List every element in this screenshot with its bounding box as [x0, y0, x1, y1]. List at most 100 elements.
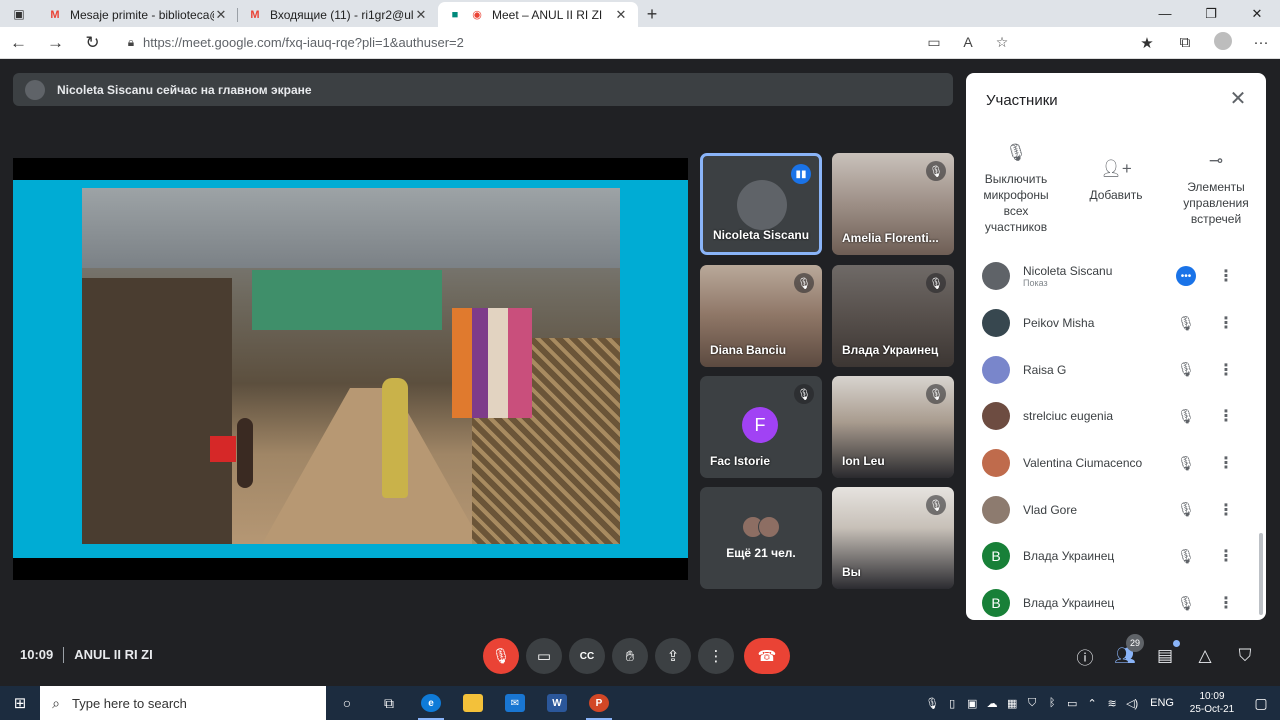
mic-tray-icon[interactable]: 🎙︎	[922, 697, 942, 710]
taskbar-clock[interactable]: 10:09 25-Oct-21	[1182, 690, 1242, 716]
profile-icon[interactable]	[1204, 31, 1242, 54]
forward-icon[interactable]: →	[37, 27, 74, 59]
captions-button[interactable]: CC	[569, 638, 605, 674]
show-hidden-icon[interactable]: ⌃	[1082, 697, 1102, 710]
mic-off-icon[interactable]: 🎙︎	[1176, 595, 1196, 612]
bluetooth-icon[interactable]: ᛒ	[1042, 697, 1062, 709]
list-item[interactable]: Nicoleta Siscanu Показ ••• ⋮	[966, 253, 1266, 300]
close-icon[interactable]: ✕	[1226, 87, 1250, 111]
meeting-details-button[interactable]: ⓘ	[1072, 643, 1098, 669]
powerpoint-taskbar-icon[interactable]: P	[578, 686, 620, 720]
mic-off-icon[interactable]: 🎙︎	[1176, 455, 1196, 472]
more-options-icon[interactable]: ⋮	[1218, 266, 1234, 286]
windows-taskbar: ⊞ ⌕ Type here to search ○ ⧉ e ✉ W P 🎙︎ ▯…	[0, 686, 1280, 720]
lock-icon[interactable]: 🔒︎	[119, 35, 143, 50]
edge-taskbar-icon[interactable]: e	[410, 686, 452, 720]
more-options-icon[interactable]: ⋮	[1218, 453, 1234, 473]
maximize-icon[interactable]: ❐	[1188, 0, 1234, 27]
browser-tab-gmail-2[interactable]: M Входящие (11) - ri1gr2@ulim.md ✕	[238, 2, 438, 27]
list-item[interactable]: B Влада Украинец 🎙︎ ⋮	[966, 533, 1266, 580]
host-controls-button[interactable]: ⊸ Элементы управления встречей	[1166, 137, 1266, 247]
list-item[interactable]: Vlad Gore 🎙︎ ⋮	[966, 486, 1266, 533]
word-taskbar-icon[interactable]: W	[536, 686, 578, 720]
list-item[interactable]: Peikov Misha 🎙︎ ⋮	[966, 300, 1266, 347]
more-options-icon[interactable]: ⋮	[1218, 593, 1234, 613]
notifications-icon[interactable]: ▢	[1242, 695, 1280, 712]
more-options-icon[interactable]: ⋮	[1218, 500, 1234, 520]
cloud-icon[interactable]: ☁︎	[982, 697, 1002, 710]
collections-icon[interactable]: ⧉	[1166, 34, 1204, 51]
mic-off-icon[interactable]: 🎙︎	[1176, 548, 1196, 565]
camera-icon[interactable]: ▭	[917, 34, 951, 51]
mic-off-icon: 🎙︎	[926, 161, 946, 181]
url-text[interactable]: https://meet.google.com/fxq-iauq-rqe?pli…	[143, 35, 917, 50]
camera-toggle-button[interactable]: ▭	[526, 638, 562, 674]
participant-tile[interactable]: ▮▮ Nicoleta Siscanu	[700, 153, 822, 255]
raise-hand-button[interactable]: ✋︎	[612, 638, 648, 674]
favorites-icon[interactable]: ★	[1128, 34, 1166, 52]
mic-off-icon[interactable]: 🎙︎	[1176, 408, 1196, 425]
address-bar[interactable]: 🔒︎ https://meet.google.com/fxq-iauq-rqe?…	[119, 29, 1019, 56]
minimize-icon[interactable]: —	[1142, 0, 1188, 27]
task-view-icon[interactable]: ⧉	[368, 686, 410, 720]
participants-button[interactable]: 👥︎ 29	[1112, 634, 1144, 669]
file-explorer-taskbar-icon[interactable]	[452, 686, 494, 720]
battery-icon[interactable]: ▭	[1062, 697, 1082, 710]
self-tile[interactable]: 🎙︎ Вы	[832, 487, 954, 589]
new-tab-button[interactable]: +	[638, 2, 666, 27]
close-tab-icon[interactable]: ✕	[214, 7, 228, 23]
more-menu-icon[interactable]: ···	[1242, 34, 1280, 51]
read-aloud-icon[interactable]: A	[951, 34, 985, 51]
windows-start-icon[interactable]: ⊞	[0, 686, 40, 720]
end-call-button[interactable]: ☎︎	[744, 638, 790, 674]
mic-off-icon[interactable]: 🎙︎	[1176, 501, 1196, 518]
scrollbar[interactable]	[1259, 533, 1263, 615]
present-button[interactable]: ⇪	[655, 638, 691, 674]
host-controls-toggle[interactable]: ⛉	[1232, 643, 1258, 669]
more-options-icon[interactable]: ⋮	[1218, 406, 1234, 426]
activities-button[interactable]: △	[1192, 643, 1218, 669]
close-window-icon[interactable]: ✕	[1234, 0, 1280, 27]
participant-tile[interactable]: 🎙︎ Diana Banciu	[700, 265, 822, 367]
more-options-icon[interactable]: ⋮	[1218, 313, 1234, 333]
volume-icon[interactable]: ◁)	[1122, 697, 1142, 710]
participant-tile[interactable]: 🎙︎ Влада Украинец	[832, 265, 954, 367]
browser-tab-meet[interactable]: ■ ◉ Meet – ANUL II RI ZI ✕	[438, 2, 638, 27]
participant-tile[interactable]: 🎙︎ Amelia Florenti...	[832, 153, 954, 255]
favorite-add-icon[interactable]: ☆	[985, 34, 1019, 51]
back-icon[interactable]: ←	[0, 27, 37, 59]
folder-icon	[463, 694, 483, 712]
device-tray-icon[interactable]: ▯	[942, 697, 962, 710]
avatar	[982, 449, 1010, 478]
more-participants-tile[interactable]: Ещё 21 чел.	[700, 487, 822, 589]
mail-taskbar-icon[interactable]: ✉	[494, 686, 536, 720]
close-tab-icon[interactable]: ✕	[414, 7, 428, 23]
presentation-view[interactable]	[13, 158, 688, 580]
camera-tray-icon[interactable]: ▣	[962, 697, 982, 710]
chat-button[interactable]: ▤	[1152, 640, 1180, 669]
mic-toggle-button[interactable]: 🎙︎	[483, 638, 519, 674]
language-indicator[interactable]: ENG	[1150, 697, 1174, 709]
mute-all-button[interactable]: 🎙︎ Выключить микрофоны всех участников	[966, 137, 1066, 247]
list-item[interactable]: Valentina Ciumacenco 🎙︎ ⋮	[966, 440, 1266, 487]
refresh-icon[interactable]: ↻	[74, 27, 111, 59]
more-options-button[interactable]: ⋮	[698, 638, 734, 674]
tab-actions-icon[interactable]: ▣	[0, 0, 38, 27]
mic-off-icon[interactable]: 🎙︎	[1176, 361, 1196, 378]
list-item[interactable]: Raisa G 🎙︎ ⋮	[966, 346, 1266, 393]
shield-tray-icon[interactable]: ⛉	[1022, 697, 1042, 710]
close-tab-icon[interactable]: ✕	[614, 7, 628, 23]
participant-tile[interactable]: F 🎙︎ Fac Istorie	[700, 376, 822, 478]
mic-off-icon[interactable]: 🎙︎	[1176, 315, 1196, 332]
wifi-icon[interactable]: ≋	[1102, 697, 1122, 710]
add-people-button[interactable]: 👤︎+ Добавить	[1066, 137, 1166, 247]
list-item[interactable]: strelciuc eugenia 🎙︎ ⋮	[966, 393, 1266, 440]
network-tray-icon[interactable]: ▦	[1002, 697, 1022, 710]
more-options-icon[interactable]: ⋮	[1218, 360, 1234, 380]
browser-tab-gmail-1[interactable]: M Mesaje primite - biblioteca@ulim ✕	[38, 2, 238, 27]
participant-tile[interactable]: 🎙︎ Ion Leu	[832, 376, 954, 478]
more-options-icon[interactable]: ⋮	[1218, 546, 1234, 566]
list-item[interactable]: B Влада Украинец 🎙︎ ⋮	[966, 580, 1266, 620]
cortana-icon[interactable]: ○	[326, 686, 368, 720]
taskbar-search[interactable]: ⌕ Type here to search	[40, 686, 326, 720]
